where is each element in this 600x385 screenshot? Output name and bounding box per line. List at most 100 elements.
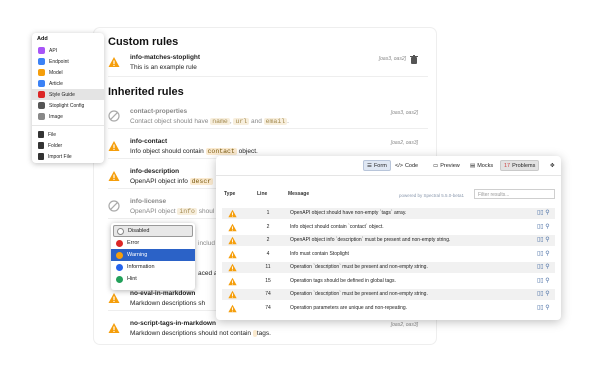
- file-icon: [38, 153, 44, 160]
- add-menu-item-folder[interactable]: Folder: [32, 140, 104, 151]
- form-tab[interactable]: ☰ Form: [363, 160, 391, 171]
- locate-icon[interactable]: ⚲: [545, 278, 549, 284]
- filter-input[interactable]: Filter results...: [474, 189, 555, 199]
- severity-option-hint[interactable]: Hint: [111, 273, 195, 285]
- rule-description: OpenAPI object info shoul: [130, 208, 215, 215]
- rule-description: This is an example rule: [130, 64, 197, 71]
- problems-tab[interactable]: 17 Problems: [500, 160, 540, 171]
- add-menu-item-model[interactable]: Model: [32, 67, 104, 78]
- rule-name: info-description: [130, 168, 180, 175]
- docs-icon[interactable]: ▯▯: [537, 224, 544, 230]
- row-actions[interactable]: ▯▯ ⚲: [537, 236, 550, 243]
- problem-row[interactable]: 1 OpenAPI object should have non-empty `…: [222, 208, 555, 219]
- docs-icon[interactable]: ▯▯: [537, 264, 544, 270]
- rule-description: OpenAPI object info descr: [130, 178, 214, 185]
- problem-row[interactable]: 11 Operation `description` must be prese…: [222, 262, 555, 273]
- add-menu-item-api[interactable]: API: [32, 45, 104, 56]
- problem-line: 74: [265, 304, 271, 311]
- item-icon: [38, 102, 45, 109]
- problem-row[interactable]: 74 Operation parameters are unique and n…: [222, 303, 555, 314]
- locate-icon[interactable]: ⚲: [545, 264, 549, 270]
- trash-icon[interactable]: [410, 55, 418, 64]
- add-menu-item-image[interactable]: Image: [32, 111, 104, 122]
- warning-icon: [228, 290, 237, 301]
- docs-icon[interactable]: ▯▯: [537, 251, 544, 257]
- locate-icon[interactable]: ⚲: [545, 224, 549, 230]
- item-icon: [38, 91, 45, 98]
- add-menu-item-import-file[interactable]: Import File: [32, 151, 104, 162]
- warning-icon: [228, 304, 237, 315]
- add-menu-item-article[interactable]: Article: [32, 78, 104, 89]
- docs-icon[interactable]: ▯▯: [537, 237, 544, 243]
- row-actions[interactable]: ▯▯ ⚲: [537, 290, 550, 297]
- warning-icon[interactable]: [108, 292, 120, 304]
- problem-row[interactable]: 4 Info must contain Stoplight ▯▯ ⚲: [222, 249, 555, 260]
- add-menu-item-file[interactable]: File: [32, 129, 104, 140]
- row-actions[interactable]: ▯▯ ⚲: [537, 277, 550, 284]
- row-actions[interactable]: ▯▯ ⚲: [537, 304, 550, 311]
- rule-description: Contact object should have name, url and…: [130, 118, 289, 125]
- locate-icon[interactable]: ⚲: [545, 237, 549, 243]
- severity-option-warning[interactable]: Warning: [111, 249, 195, 261]
- add-menu-title: Add: [37, 36, 48, 42]
- rule-name: no-eval-in-markdown: [130, 290, 196, 297]
- warning-icon: [228, 209, 237, 220]
- disabled-icon[interactable]: [108, 200, 120, 212]
- problem-message: Info object should contain `contact` obj…: [290, 223, 384, 230]
- severity-option-disabled[interactable]: Disabled: [113, 225, 193, 237]
- rule-description: Markdown descriptions should not contain…: [130, 330, 271, 337]
- rule-name: info-matches-stoplight: [130, 54, 201, 61]
- docs-icon[interactable]: ▯▯: [537, 210, 544, 216]
- locate-icon[interactable]: ⚲: [545, 210, 549, 216]
- docs-icon[interactable]: ▯▯: [537, 291, 544, 297]
- problem-row[interactable]: 2 Info object should contain `contact` o…: [222, 222, 555, 233]
- rule-description: Markdown descriptions sh: [130, 300, 206, 307]
- rule-code: descr: [189, 178, 214, 185]
- severity-option-information[interactable]: Information: [111, 261, 195, 273]
- problem-line: 15: [265, 277, 271, 284]
- server-icon: ▤: [470, 162, 476, 169]
- mocks-tab[interactable]: ▤ Mocks: [467, 160, 496, 171]
- warning-glyph: [228, 236, 237, 245]
- disabled-icon[interactable]: [108, 110, 120, 122]
- problem-row[interactable]: 2 OpenAPI object info `description` must…: [222, 235, 555, 246]
- rule-formats: [oas2, oas3]: [390, 322, 418, 328]
- row-actions[interactable]: ▯▯ ⚲: [537, 209, 550, 216]
- problem-line: 4: [266, 250, 270, 257]
- locate-icon[interactable]: ⚲: [545, 291, 549, 297]
- problem-row[interactable]: 74 Operation `description` must be prese…: [222, 289, 555, 300]
- problems-panel: ☰ Form </> Code ▭ Preview ▤ Mocks 17 Problems…: [216, 156, 561, 320]
- row-actions[interactable]: ▯▯ ⚲: [537, 263, 550, 270]
- severity-option-error[interactable]: Error: [111, 237, 195, 249]
- row-actions[interactable]: ▯▯ ⚲: [537, 250, 550, 257]
- problem-line: 1: [266, 210, 270, 216]
- inherited-rules-heading: Inherited rules: [108, 86, 184, 98]
- warning-glyph: [228, 263, 237, 272]
- warning-icon[interactable]: [108, 140, 120, 152]
- add-menu-item-endpoint[interactable]: Endpoint: [32, 56, 104, 67]
- add-menu-item-style-guide[interactable]: Style Guide: [32, 89, 104, 100]
- locate-icon[interactable]: ⚲: [545, 251, 549, 257]
- docs-icon[interactable]: ▯▯: [537, 278, 544, 284]
- item-icon: [38, 69, 45, 76]
- settings-icon[interactable]: ✥: [547, 160, 558, 171]
- warning-icon[interactable]: [108, 170, 120, 182]
- code-tab[interactable]: </> Code: [392, 160, 421, 171]
- problem-message: Operation parameters are unique and non-…: [290, 304, 408, 311]
- warning-icon: [228, 263, 237, 274]
- problem-message: Operation tags should be defined in glob…: [290, 277, 396, 284]
- rule-code: name: [210, 118, 230, 125]
- disabled-icon: [117, 227, 124, 235]
- row-actions[interactable]: ▯▯ ⚲: [537, 223, 550, 230]
- problem-row[interactable]: 15 Operation tags should be defined in g…: [222, 276, 555, 287]
- warning-icon[interactable]: [108, 322, 120, 334]
- locate-icon[interactable]: ⚲: [545, 305, 549, 311]
- problem-message: Operation `description` must be present …: [290, 291, 428, 297]
- form-icon: ☰: [367, 162, 372, 169]
- preview-tab[interactable]: ▭ Preview: [430, 160, 463, 171]
- add-menu-item-stoplight-config[interactable]: Stoplight Config: [32, 100, 104, 111]
- file-icon: [38, 131, 44, 138]
- docs-icon[interactable]: ▯▯: [537, 305, 544, 311]
- problem-message: OpenAPI object should have non-empty `ta…: [290, 210, 407, 216]
- warning-glyph: [228, 290, 237, 299]
